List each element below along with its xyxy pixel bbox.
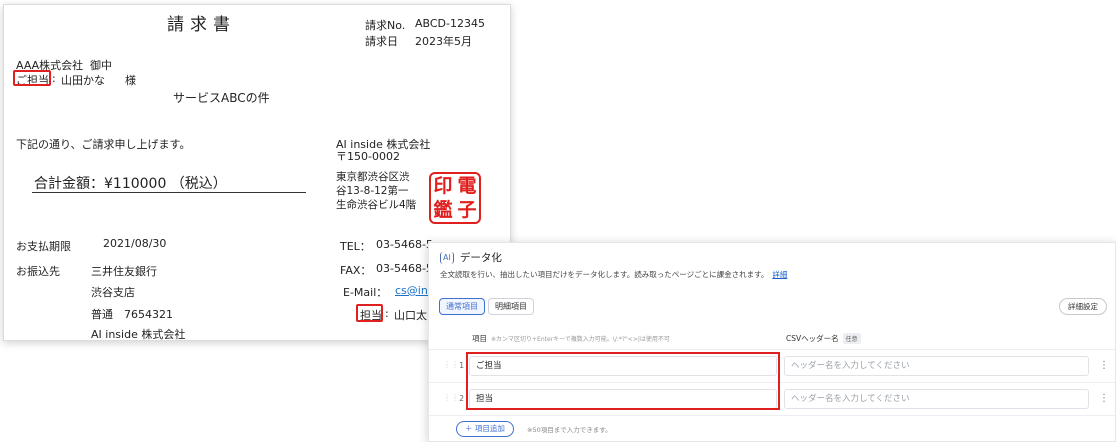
issuer-postal: 〒150-0002 <box>336 150 400 163</box>
rep-label-highlight <box>356 304 383 322</box>
panel-description: 全文読取を行い、抽出したい項目だけをデータ化します。読み取ったページごとに課金さ… <box>440 269 787 280</box>
add-item-note: ※50項目まで入力できます。 <box>527 426 612 434</box>
row-number: 1 <box>459 361 464 370</box>
contact-honorific: 様 <box>125 74 136 87</box>
invoice-subject: サービスABCの件 <box>173 91 270 105</box>
due-date-value: 2021/08/30 <box>103 237 167 250</box>
contact-name: 山田かな <box>61 74 105 87</box>
drag-handle-icon[interactable]: ⋮⋮ <box>443 359 459 371</box>
issuer-address-1: 東京都渋谷区渋 <box>336 171 410 183</box>
row-number: 2 <box>459 394 464 403</box>
fax-label: FAX： <box>340 264 372 277</box>
fax-value: 03-5468-5 <box>376 262 433 275</box>
bank-account: 普通 7654321 <box>91 308 173 321</box>
tab-detail-items[interactable]: 明細項目 <box>488 298 534 315</box>
issuer-address-2: 谷13-8-12第一 <box>336 185 409 197</box>
optional-badge: 任意 <box>842 333 861 344</box>
csv-header-input[interactable]: ヘッダー名を入力してください <box>784 356 1089 376</box>
drag-handle-icon[interactable]: ⋮⋮ <box>443 392 459 404</box>
column-item-label: 項目 <box>472 334 487 343</box>
column-header-csv: CSVヘッダー名 任意 <box>786 333 861 344</box>
invoice-number-label: 請求No. <box>365 19 406 32</box>
total-underline <box>32 192 306 193</box>
detail-link[interactable]: 詳細 <box>772 270 787 279</box>
tel-label: TEL： <box>340 240 371 253</box>
rep-separator: : <box>385 307 389 320</box>
advanced-settings-button[interactable]: 詳細設定 <box>1059 298 1107 315</box>
more-options-icon[interactable]: ⋮ <box>1099 393 1109 405</box>
issuer-address-3: 生命渋谷ビル4階 <box>336 199 417 211</box>
bank-name: 三井住友銀行 <box>91 265 157 278</box>
transfer-label: お振込先 <box>16 265 60 278</box>
invoice-date-value: 2023年5月 <box>415 35 472 48</box>
bank-branch: 渋谷支店 <box>91 286 135 299</box>
stamp-char: 鑑 <box>433 198 453 221</box>
account-holder: AI inside 株式会社 <box>91 328 186 341</box>
add-item-button[interactable]: ＋ 項目追加 <box>456 421 514 437</box>
csv-header-input[interactable]: ヘッダー名を入力してください <box>784 389 1089 409</box>
contact-separator: : <box>52 72 56 85</box>
total-amount: 合計金額：¥110000 （税込） <box>34 176 227 192</box>
due-date-label: お支払期限 <box>16 240 71 253</box>
greeting-text: 下記の通り、ご請求申し上げます。 <box>16 138 191 151</box>
stamp-char: 印 <box>433 174 453 197</box>
panel-title: データ化 <box>459 252 502 264</box>
ai-icon: AI <box>440 251 454 264</box>
company-seal-stamp: 印 電 鑑 子 <box>429 172 481 224</box>
stamp-char: 子 <box>457 198 477 221</box>
contact-label-highlight <box>13 70 51 86</box>
tel-value: 03-5468-5 <box>376 238 433 251</box>
client-honorific: 御中 <box>90 59 112 72</box>
data-extraction-panel: AI データ化 全文読取を行い、抽出したい項目だけをデータ化します。読み取ったペ… <box>428 242 1116 442</box>
column-header-item: 項目 ※カンマ区切り+Enterキーで複数入力可能。\/:*?"<>|は使用不可 <box>472 333 670 344</box>
invoice-number-value: ABCD-12345 <box>415 17 485 30</box>
column-item-note: ※カンマ区切り+Enterキーで複数入力可能。\/:*?"<>|は使用不可 <box>491 336 670 343</box>
row-divider <box>429 349 1115 350</box>
invoice-title: 請求書 <box>167 15 236 35</box>
email-label: E-Mail： <box>343 286 388 299</box>
tab-regular-items[interactable]: 通常項目 <box>439 298 485 315</box>
row-divider <box>429 415 1115 416</box>
panel-description-text: 全文読取を行い、抽出したい項目だけをデータ化します。読み取ったページごとに課金さ… <box>440 270 769 279</box>
more-options-icon[interactable]: ⋮ <box>1099 360 1109 372</box>
panel-header: AI データ化 <box>440 250 502 265</box>
invoice-date-label: 請求日 <box>365 35 398 48</box>
stamp-char: 電 <box>457 174 477 197</box>
items-highlight-box <box>466 352 780 410</box>
column-csv-label: CSVヘッダー名 <box>786 334 839 343</box>
